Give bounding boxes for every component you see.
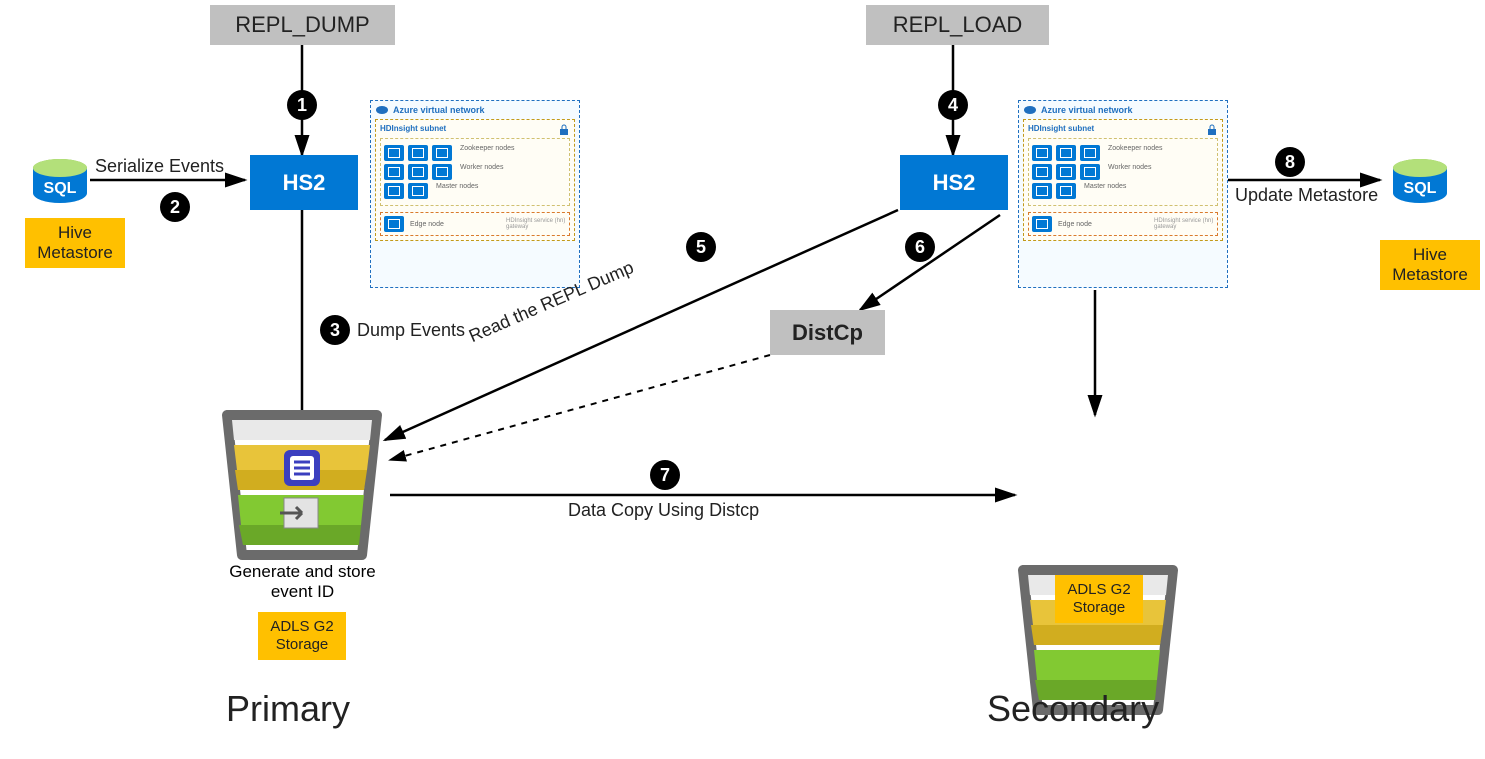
cloud-icon [375, 105, 389, 115]
cloud-icon [1023, 105, 1037, 115]
arrow-hs2-to-distcp [860, 215, 1000, 310]
vnet-title-primary: Azure virtual network [393, 105, 485, 115]
vnet-secondary: Azure virtual network HDInsight subnet Z… [1018, 100, 1228, 288]
step-1-circle: 1 [287, 90, 317, 120]
adls-secondary-label: ADLS G2 Storage [1055, 575, 1143, 623]
data-copy-distcp-label: Data Copy Using Distcp [568, 500, 759, 521]
hive-metastore-primary: Hive Metastore [25, 218, 125, 268]
sql-icon-primary: SQL [30, 158, 90, 218]
repl-dump-label: REPL_DUMP [210, 5, 395, 45]
lock-icon [1206, 124, 1218, 136]
step-6-circle: 6 [905, 232, 935, 262]
step-4-circle: 4 [938, 90, 968, 120]
sql-text-primary: SQL [44, 180, 77, 197]
repl-load-label: REPL_LOAD [866, 5, 1049, 45]
step-2-circle: 2 [160, 192, 190, 222]
update-metastore-label: Update Metastore [1235, 185, 1378, 206]
serialize-events-label: Serialize Events [95, 156, 224, 177]
vnet-primary: Azure virtual network HDInsight subnet Z… [370, 100, 580, 288]
hs2-primary: HS2 [250, 155, 358, 210]
hs2-secondary: HS2 [900, 155, 1008, 210]
adls-primary-label: ADLS G2 Storage [258, 612, 346, 660]
step-5-circle: 5 [686, 232, 716, 262]
lock-icon [558, 124, 570, 136]
distcp-node: DistCp [770, 310, 885, 355]
hdi-subnet-label: HDInsight subnet [380, 124, 446, 136]
adls-bucket-primary [222, 410, 1485, 565]
secondary-title: Secondary [987, 688, 1159, 730]
vnet-title-secondary: Azure virtual network [1041, 105, 1133, 115]
generate-store-label: Generate and store event ID [215, 562, 390, 602]
sql-text-secondary: SQL [1404, 180, 1437, 197]
hive-metastore-secondary: Hive Metastore [1380, 240, 1480, 290]
step-3-circle: 3 [320, 315, 350, 345]
dump-events-label: Dump Events [357, 320, 465, 341]
step-8-circle: 8 [1275, 147, 1305, 177]
sql-icon-secondary: SQL [1390, 158, 1450, 218]
primary-title: Primary [226, 688, 350, 730]
